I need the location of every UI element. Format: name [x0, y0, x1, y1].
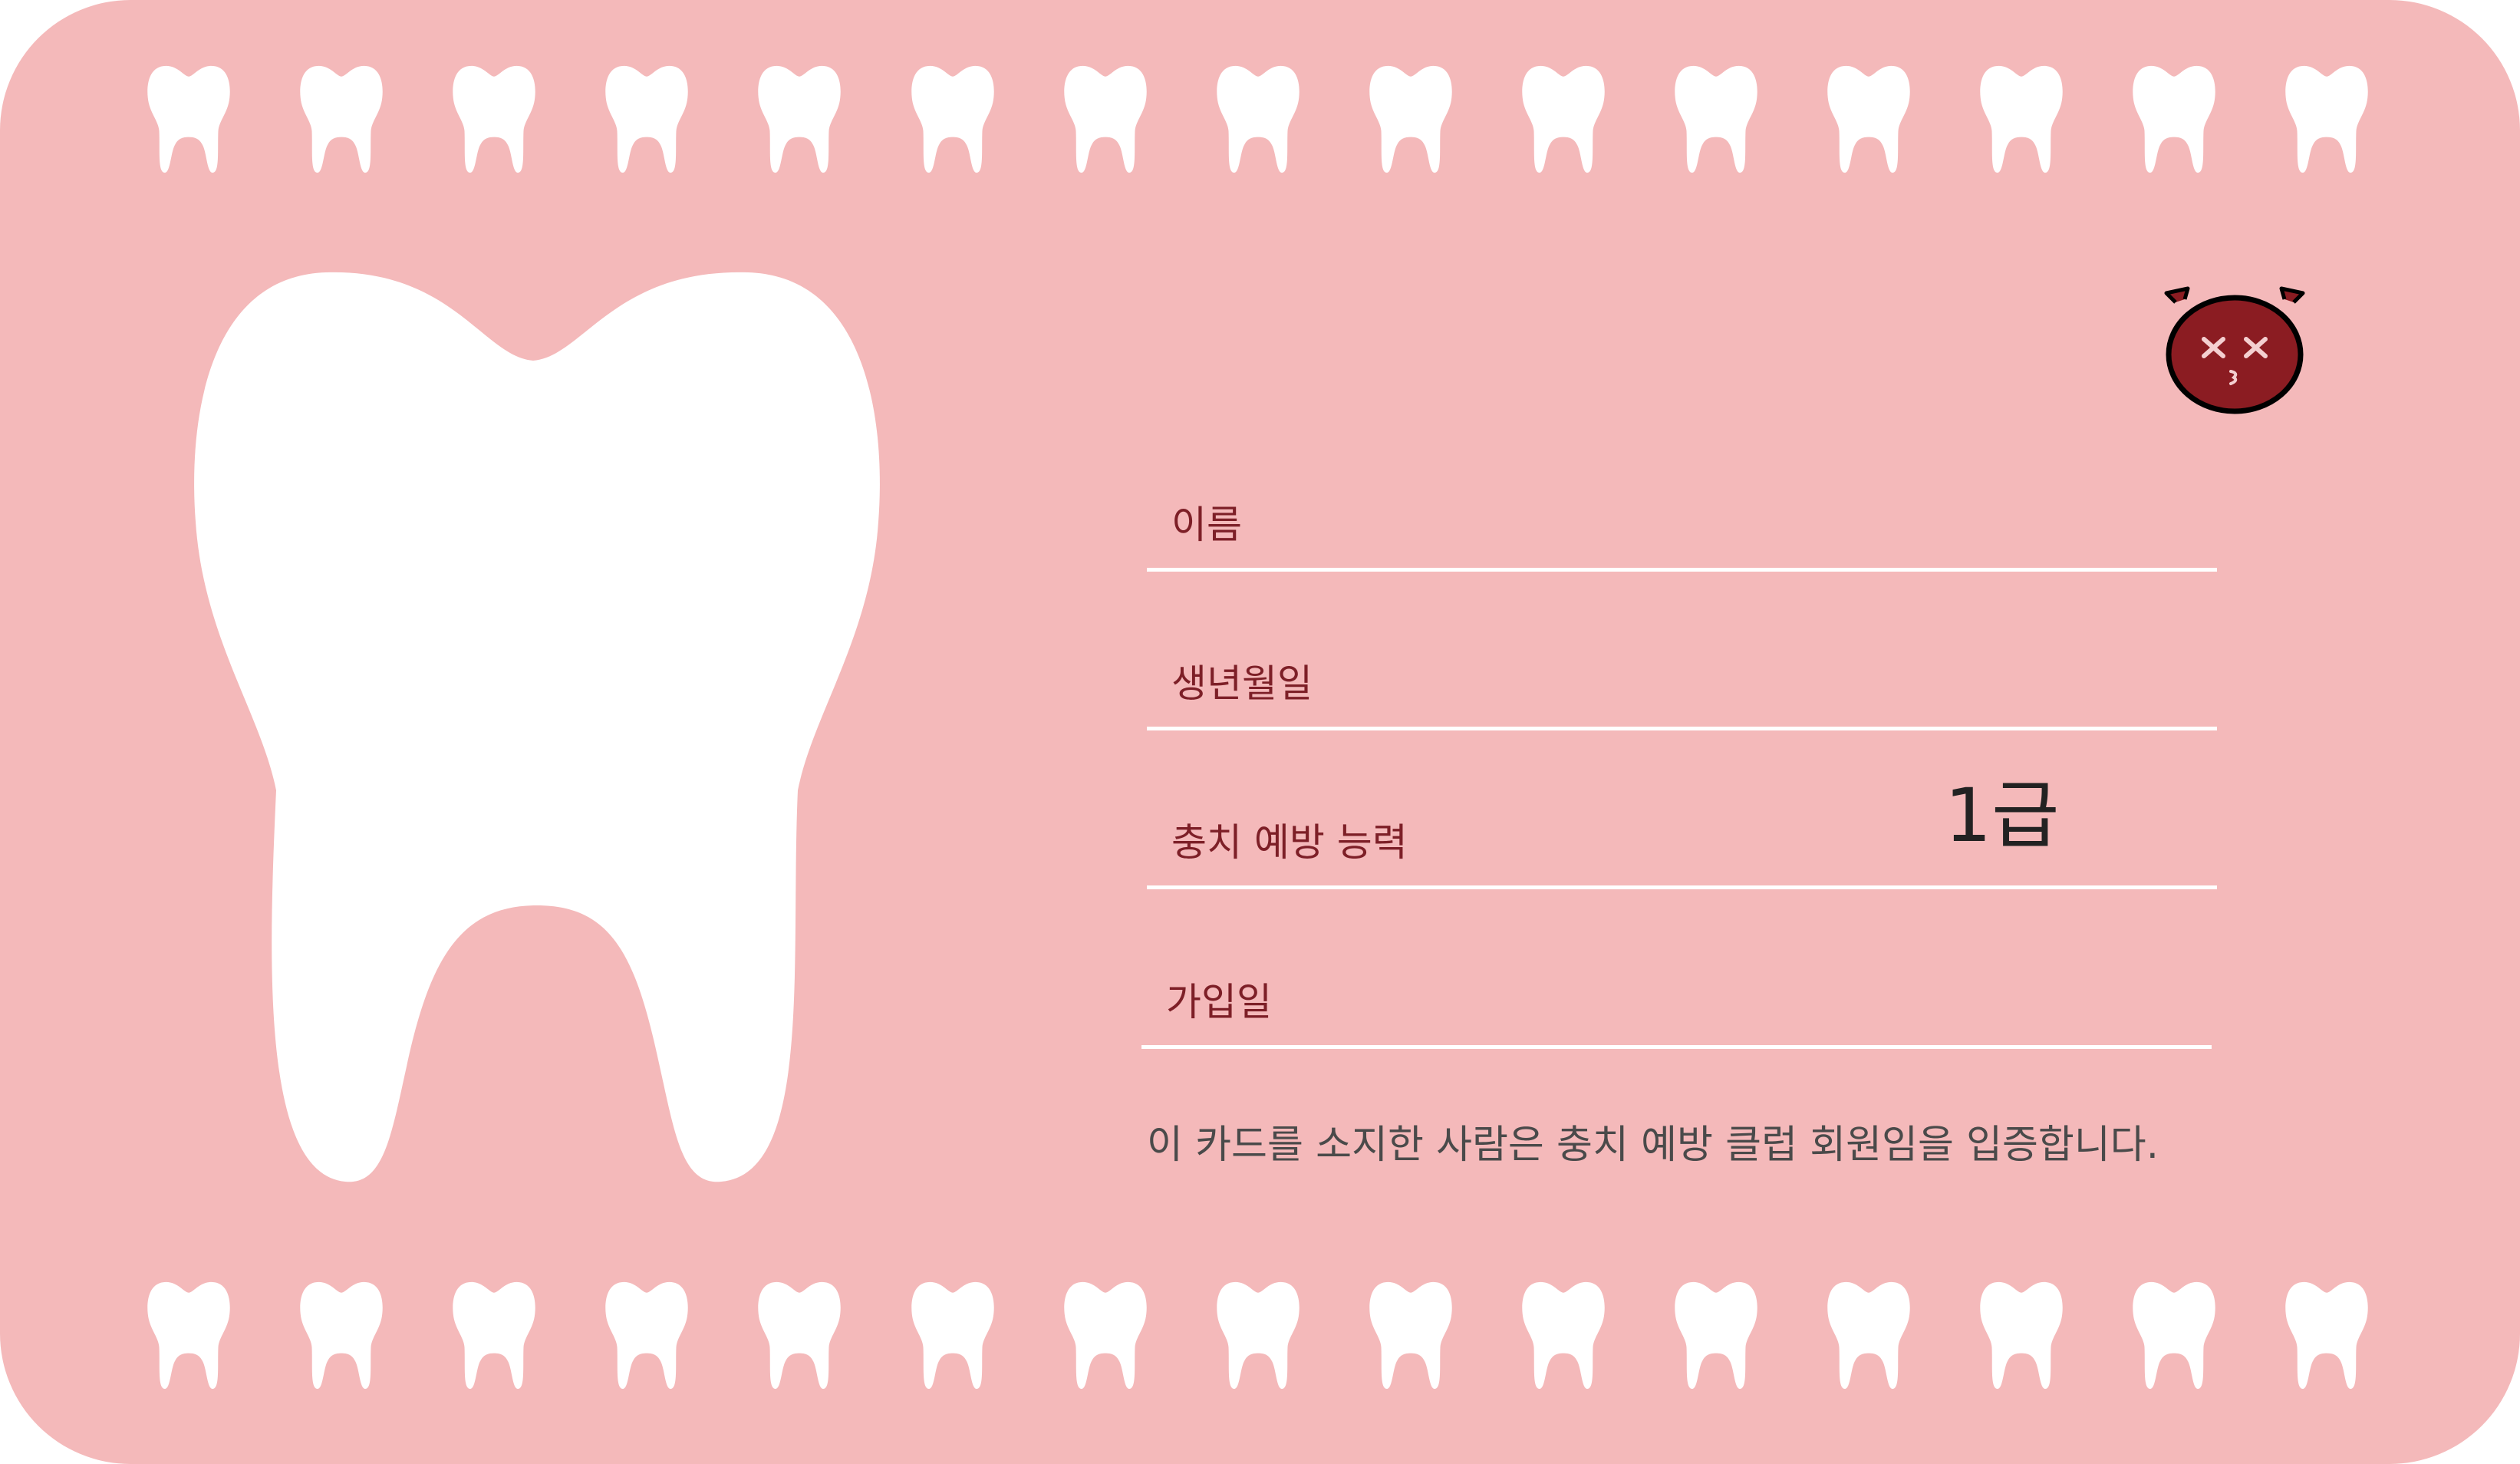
join-date-field[interactable]: 가입일 — [1141, 953, 2212, 1049]
tooth-icon — [2131, 1278, 2217, 1391]
name-label: 이름 — [1171, 503, 1242, 547]
tooth-icon — [1062, 61, 1148, 175]
tooth-icon — [1368, 1278, 1454, 1391]
tooth-icon — [451, 61, 537, 175]
bottom-tooth-border — [0, 1278, 2520, 1393]
tooth-icon — [1826, 61, 1912, 175]
membership-card: 이름 생년월일 충치 예방 능력 1급 가입일 이 카드를 소지한 사람은 충치… — [0, 0, 2520, 1464]
tooth-icon — [146, 1278, 232, 1391]
join-date-label: 가입일 — [1166, 980, 1272, 1024]
tooth-icon — [1368, 61, 1454, 175]
tooth-icon — [146, 61, 232, 175]
large-tooth-icon — [184, 269, 890, 1189]
tooth-icon — [2284, 1278, 2370, 1391]
tooth-icon — [1673, 1278, 1759, 1391]
top-tooth-border — [0, 61, 2520, 176]
tooth-icon — [910, 61, 996, 175]
tooth-icon — [756, 1278, 842, 1391]
tooth-icon — [1215, 61, 1301, 175]
tooth-icon — [298, 61, 384, 175]
tooth-icon — [451, 1278, 537, 1391]
name-field[interactable]: 이름 — [1147, 476, 2217, 572]
tooth-icon — [910, 1278, 996, 1391]
tooth-icon — [1520, 1278, 1606, 1391]
tooth-icon — [1978, 1278, 2064, 1391]
cavity-prevention-grade: 1급 — [1945, 773, 2060, 859]
tooth-icon — [756, 61, 842, 175]
tooth-icon — [604, 61, 690, 175]
tooth-icon — [1826, 1278, 1912, 1391]
tooth-icon — [604, 1278, 690, 1391]
cavity-prevention-field[interactable]: 충치 예방 능력 1급 — [1147, 773, 2217, 889]
tooth-icon — [1673, 61, 1759, 175]
tooth-icon — [1215, 1278, 1301, 1391]
tooth-icon — [1978, 61, 2064, 175]
tooth-icon — [298, 1278, 384, 1391]
cavity-prevention-label: 충치 예방 능력 — [1171, 820, 1408, 865]
tooth-icon — [1062, 1278, 1148, 1391]
membership-notice: 이 카드를 소지한 사람은 충치 예방 클럽 회원임을 입증합니다. — [1147, 1123, 2159, 1168]
tooth-icon — [1520, 61, 1606, 175]
tooth-icon — [2284, 61, 2370, 175]
tooth-icon — [2131, 61, 2217, 175]
birthdate-field[interactable]: 생년월일 — [1147, 635, 2217, 730]
devil-face-icon — [2162, 285, 2308, 416]
birthdate-label: 생년월일 — [1171, 661, 1313, 706]
